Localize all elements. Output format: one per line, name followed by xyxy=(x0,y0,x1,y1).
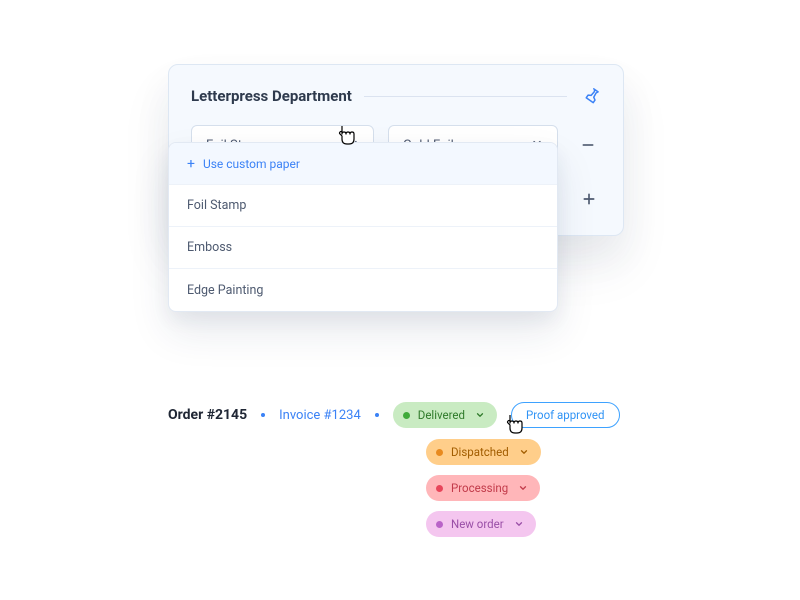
chevron-down-icon xyxy=(514,519,524,529)
dropdown-item-custom-paper[interactable]: + Use custom paper xyxy=(169,143,557,185)
dropdown-item-foil-stamp[interactable]: Foil Stamp xyxy=(169,185,557,227)
proof-approved-chip[interactable]: Proof approved xyxy=(511,402,620,428)
status-pill-processing[interactable]: Processing xyxy=(426,475,540,501)
dropdown-item-label: Edge Painting xyxy=(187,283,263,298)
card-title: Letterpress Department xyxy=(191,87,352,105)
status-options: Dispatched Processing New order xyxy=(426,439,541,537)
status-label: Dispatched xyxy=(451,445,509,459)
add-row-button[interactable] xyxy=(573,183,605,215)
status-dot xyxy=(403,412,410,419)
chevron-down-icon xyxy=(519,447,529,457)
order-bar: Order #2145 Invoice #1234 Delivered Proo… xyxy=(168,402,620,428)
invoice-link[interactable]: Invoice #1234 xyxy=(279,408,361,423)
dropdown-item-label: Emboss xyxy=(187,240,232,255)
separator-dot xyxy=(261,413,265,417)
pin-button[interactable] xyxy=(579,83,605,109)
dropdown-item-edge-painting[interactable]: Edge Painting xyxy=(169,269,557,311)
status-pill-delivered[interactable]: Delivered xyxy=(393,402,497,428)
proof-label: Proof approved xyxy=(526,408,605,422)
minus-icon xyxy=(580,137,596,153)
status-label: Delivered xyxy=(418,408,465,422)
status-pill-new-order[interactable]: New order xyxy=(426,511,536,537)
process-dropdown: + Use custom paper Foil Stamp Emboss Edg… xyxy=(168,142,558,312)
card-header: Letterpress Department xyxy=(191,83,605,109)
status-dot xyxy=(436,449,443,456)
dropdown-item-label: Foil Stamp xyxy=(187,198,246,213)
order-number: Order #2145 xyxy=(168,407,247,423)
dropdown-custom-label: Use custom paper xyxy=(203,157,300,171)
plus-icon: + xyxy=(187,157,195,171)
status-label: Processing xyxy=(451,481,508,495)
chevron-down-icon xyxy=(475,410,485,420)
dropdown-item-emboss[interactable]: Emboss xyxy=(169,227,557,269)
pin-icon xyxy=(583,87,601,105)
chevron-down-icon xyxy=(518,483,528,493)
header-rule xyxy=(364,96,567,97)
status-dot xyxy=(436,485,443,492)
status-pill-dispatched[interactable]: Dispatched xyxy=(426,439,541,465)
remove-row-button[interactable] xyxy=(572,129,604,161)
plus-icon xyxy=(581,191,597,207)
separator-dot xyxy=(375,413,379,417)
status-dot xyxy=(436,521,443,528)
status-label: New order xyxy=(451,517,504,531)
